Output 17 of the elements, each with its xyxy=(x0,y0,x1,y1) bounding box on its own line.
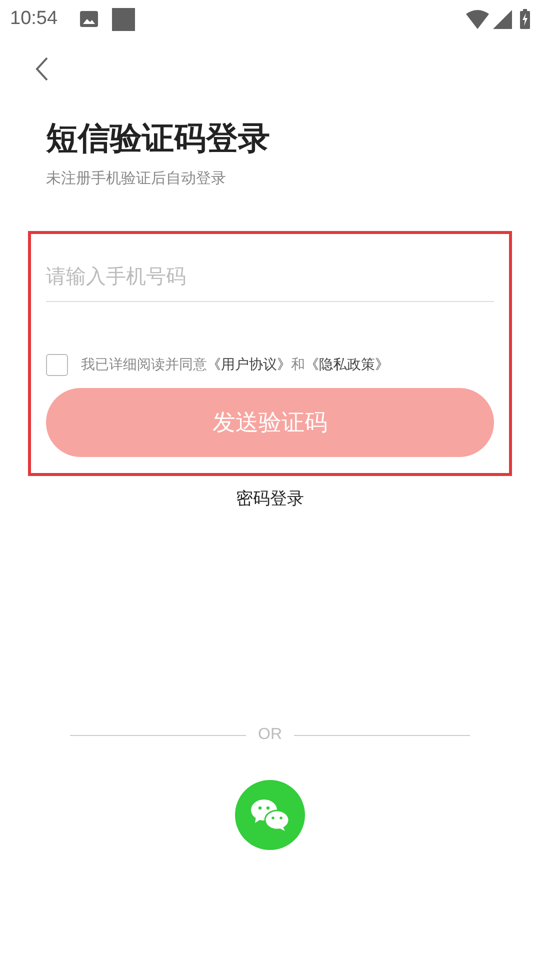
agreement-text: 我已详细阅读并同意《用户协议》和《隐私政策》 xyxy=(81,355,389,374)
signal-icon xyxy=(493,10,512,28)
status-time: 10:54 xyxy=(10,6,58,31)
phone-field[interactable]: 请输入手机号码 xyxy=(46,254,494,302)
agreement-checkbox[interactable] xyxy=(46,354,68,376)
page-title: 短信验证码登录 xyxy=(46,119,271,158)
page-subtitle: 未注册手机验证后自动登录 xyxy=(46,169,227,189)
battery-icon xyxy=(520,9,530,29)
privacy-policy-link[interactable]: 《隐私政策》 xyxy=(305,356,389,372)
user-agreement-link[interactable]: 《用户协议》 xyxy=(207,356,291,372)
image-icon xyxy=(80,11,98,27)
wifi-icon xyxy=(466,10,489,28)
chat-bubbles-icon xyxy=(250,799,290,831)
back-icon[interactable] xyxy=(34,56,50,82)
or-divider-label: OR xyxy=(258,725,282,745)
square-icon xyxy=(112,8,135,30)
password-login-link[interactable]: 密码登录 xyxy=(236,486,304,511)
